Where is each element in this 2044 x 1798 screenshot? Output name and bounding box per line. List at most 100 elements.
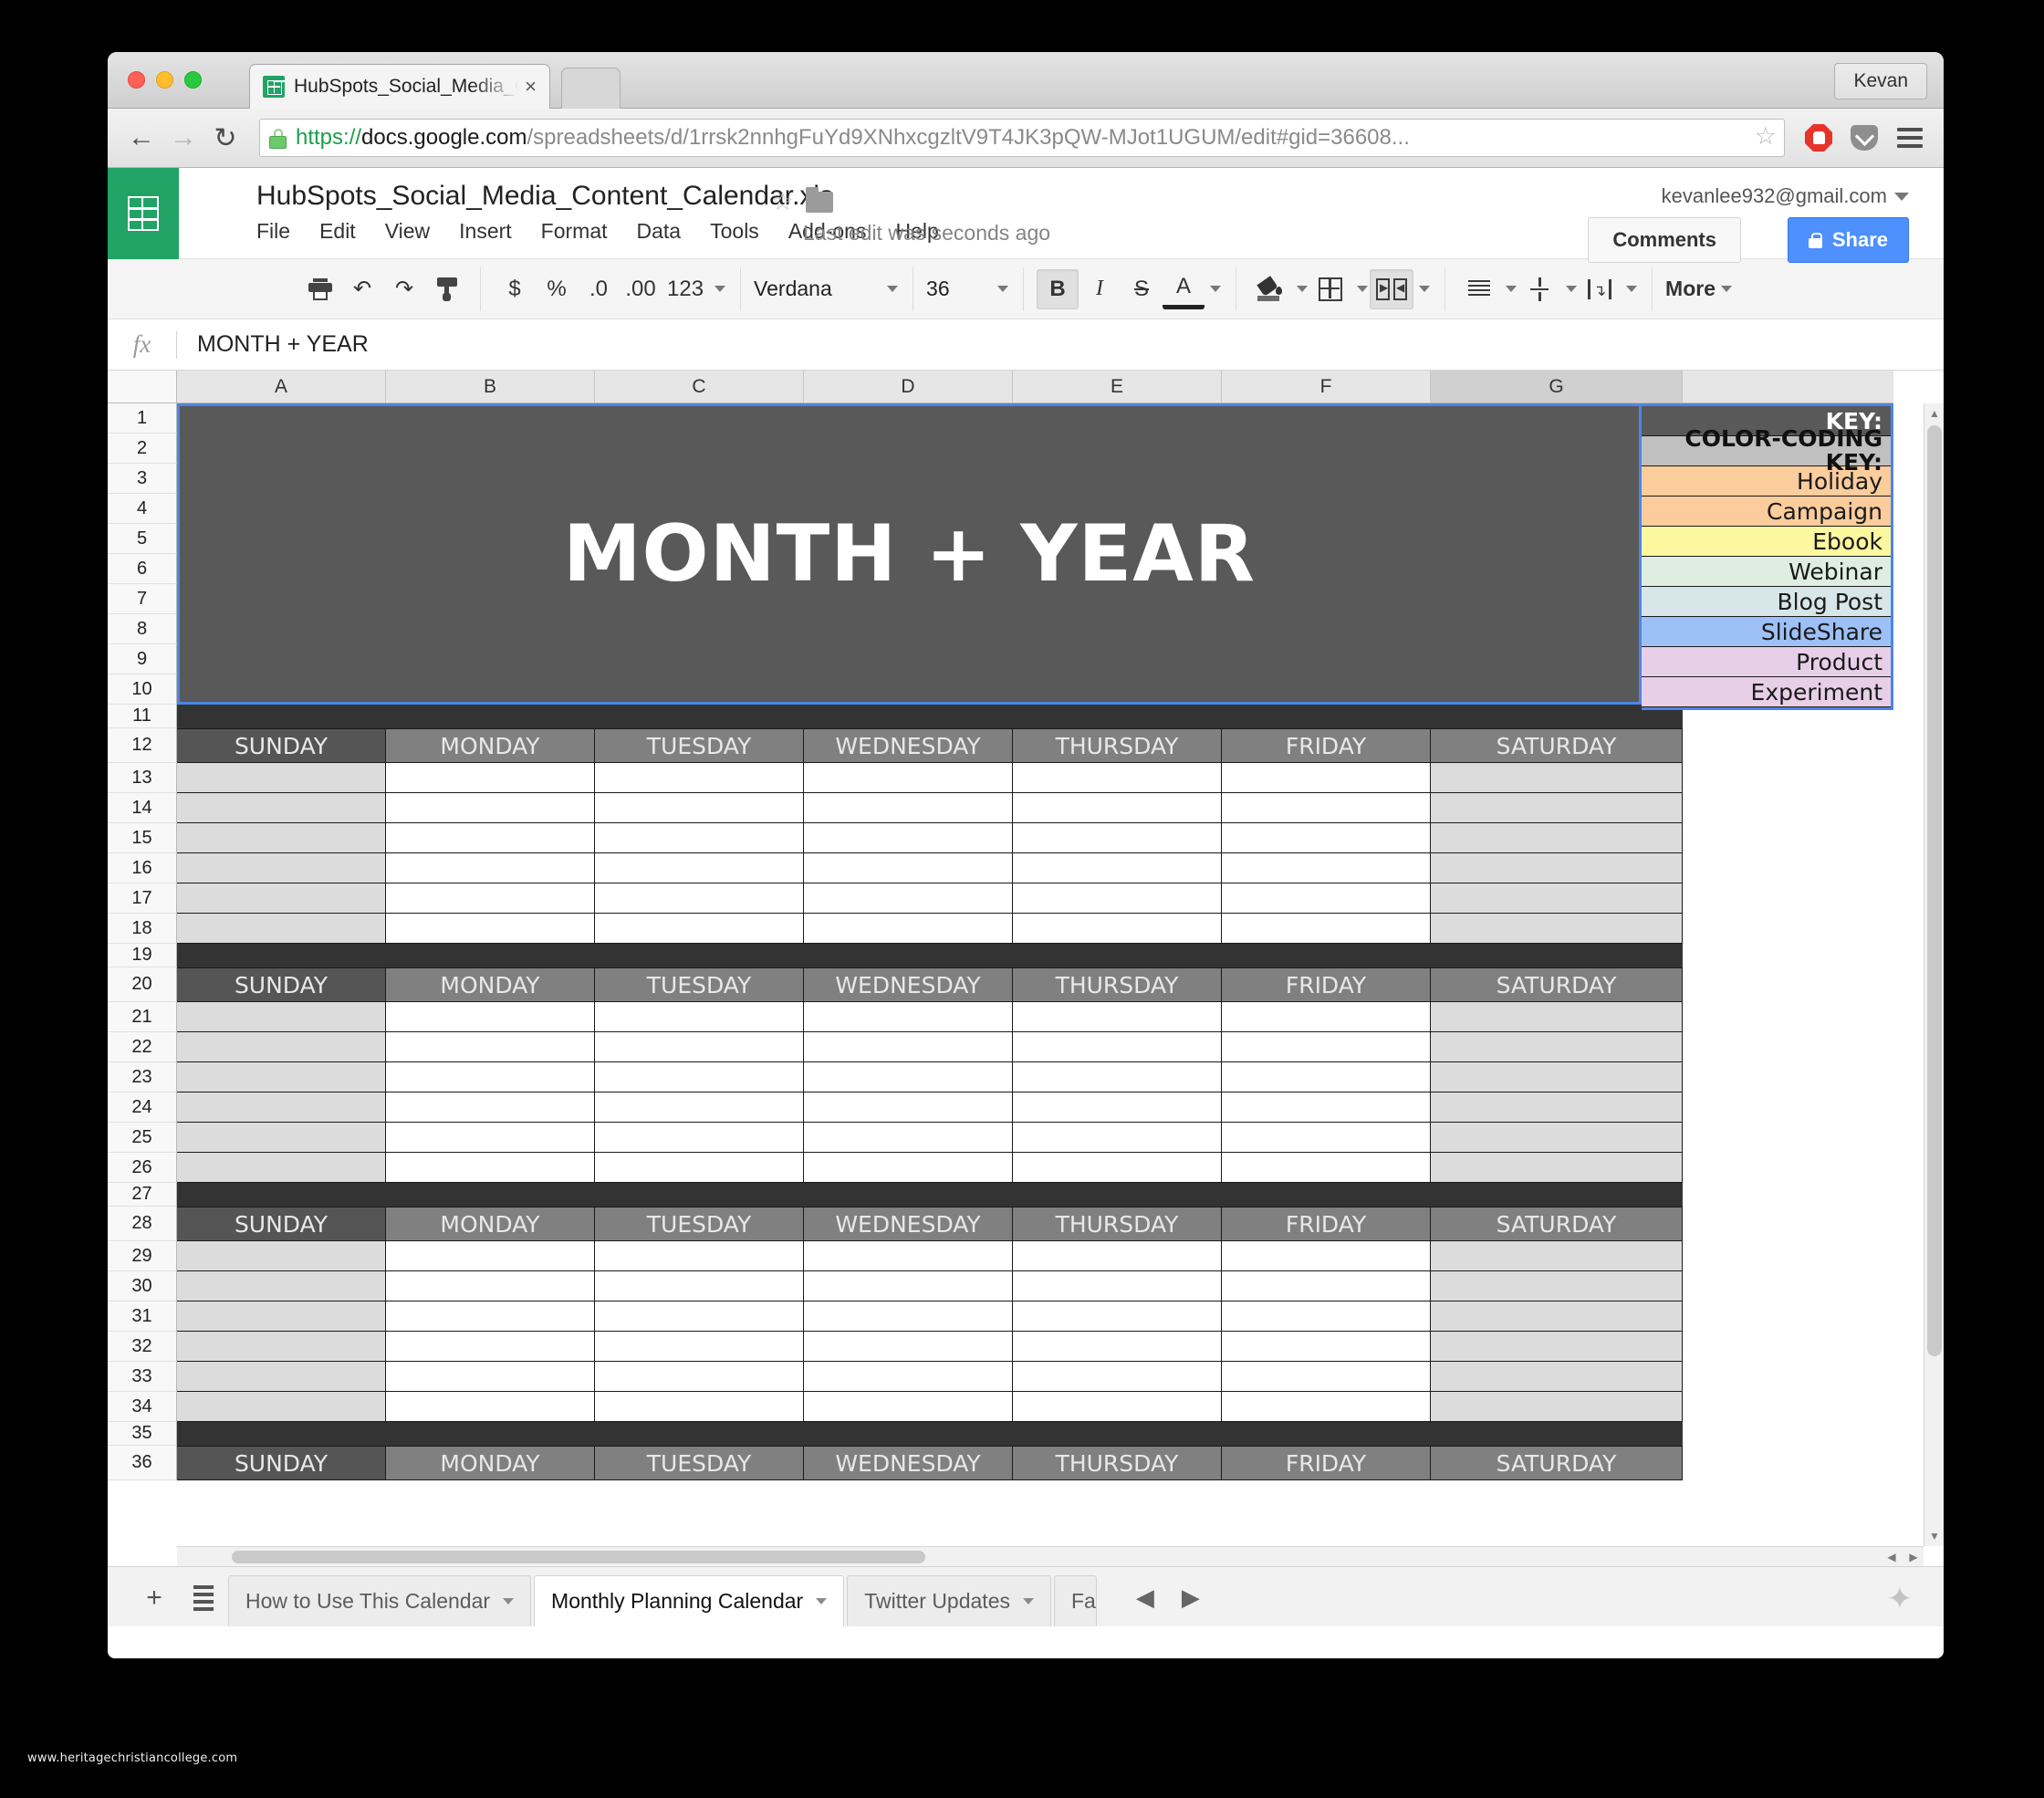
calendar-cell-D13[interactable] bbox=[804, 763, 1013, 793]
day-header-thursday-row36[interactable]: THURSDAY bbox=[1013, 1446, 1222, 1480]
calendar-cell-D31[interactable] bbox=[804, 1301, 1013, 1332]
calendar-cell-A33[interactable] bbox=[177, 1362, 386, 1392]
column-header-e[interactable]: E bbox=[1013, 371, 1222, 402]
calendar-cell-C30[interactable] bbox=[595, 1271, 804, 1301]
calendar-cell-E33[interactable] bbox=[1013, 1362, 1222, 1392]
calendar-cell-E23[interactable] bbox=[1013, 1062, 1222, 1092]
menu-format[interactable]: Format bbox=[541, 219, 608, 244]
row-header-3[interactable]: 3 bbox=[108, 464, 177, 494]
vertical-scrollbar[interactable]: ▲ ▼ bbox=[1924, 403, 1944, 1546]
spacer-cell-G27[interactable] bbox=[1431, 1183, 1683, 1207]
row-header-31[interactable]: 31 bbox=[108, 1301, 177, 1332]
calendar-cell-D34[interactable] bbox=[804, 1392, 1013, 1422]
row-header-5[interactable]: 5 bbox=[108, 524, 177, 554]
explore-icon[interactable]: ✦ bbox=[1880, 1579, 1920, 1619]
forward-button[interactable]: → bbox=[162, 117, 204, 159]
calendar-cell-D30[interactable] bbox=[804, 1271, 1013, 1301]
calendar-cell-E34[interactable] bbox=[1013, 1392, 1222, 1422]
calendar-cell-A22[interactable] bbox=[177, 1032, 386, 1062]
row-header-20[interactable]: 20 bbox=[108, 967, 177, 1002]
calendar-cell-D29[interactable] bbox=[804, 1241, 1013, 1271]
calendar-cell-C13[interactable] bbox=[595, 763, 804, 793]
row-header-23[interactable]: 23 bbox=[108, 1062, 177, 1092]
vertical-align-icon[interactable] bbox=[1518, 269, 1560, 309]
calendar-cell-F16[interactable] bbox=[1222, 853, 1431, 883]
day-header-tuesday-row20[interactable]: TUESDAY bbox=[595, 967, 804, 1002]
day-header-friday-row36[interactable]: FRIDAY bbox=[1222, 1446, 1431, 1480]
calendar-cell-A14[interactable] bbox=[177, 793, 386, 823]
share-button[interactable]: Share bbox=[1787, 217, 1909, 263]
calendar-cell-G25[interactable] bbox=[1431, 1123, 1683, 1153]
redo-icon[interactable]: ↷ bbox=[383, 269, 425, 309]
scroll-left-icon[interactable]: ◀ bbox=[1882, 1547, 1902, 1566]
row-header-36[interactable]: 36 bbox=[108, 1446, 177, 1480]
row-header-16[interactable]: 16 bbox=[108, 853, 177, 883]
row-header-19[interactable]: 19 bbox=[108, 944, 177, 967]
calendar-cell-F30[interactable] bbox=[1222, 1271, 1431, 1301]
row-header-17[interactable]: 17 bbox=[108, 883, 177, 914]
calendar-cell-C15[interactable] bbox=[595, 823, 804, 853]
spacer-cell-E27[interactable] bbox=[1013, 1183, 1222, 1207]
bookmark-star-icon[interactable]: ☆ bbox=[1755, 124, 1777, 149]
calendar-cell-E21[interactable] bbox=[1013, 1002, 1222, 1032]
calendar-cell-F31[interactable] bbox=[1222, 1301, 1431, 1332]
formula-input[interactable]: MONTH + YEAR bbox=[177, 331, 1944, 358]
calendar-cell-C17[interactable] bbox=[595, 883, 804, 914]
calendar-cell-E22[interactable] bbox=[1013, 1032, 1222, 1062]
sheet-tab-twitter-updates[interactable]: Twitter Updates bbox=[847, 1575, 1051, 1626]
calendar-cell-C26[interactable] bbox=[595, 1153, 804, 1183]
calendar-cell-E24[interactable] bbox=[1013, 1092, 1222, 1123]
font-size-select[interactable]: 36 bbox=[926, 269, 1010, 309]
back-button[interactable]: ← bbox=[120, 117, 162, 159]
calendar-cell-C16[interactable] bbox=[595, 853, 804, 883]
day-header-friday-row28[interactable]: FRIDAY bbox=[1222, 1207, 1431, 1241]
calendar-cell-F14[interactable] bbox=[1222, 793, 1431, 823]
calendar-cell-G24[interactable] bbox=[1431, 1092, 1683, 1123]
row-header-32[interactable]: 32 bbox=[108, 1332, 177, 1362]
day-header-tuesday-row12[interactable]: TUESDAY bbox=[595, 728, 804, 763]
day-header-tuesday-row28[interactable]: TUESDAY bbox=[595, 1207, 804, 1241]
day-header-sunday-row20[interactable]: SUNDAY bbox=[177, 967, 386, 1002]
column-header-g[interactable]: G bbox=[1431, 371, 1683, 402]
row-header-18[interactable]: 18 bbox=[108, 914, 177, 944]
close-window-button[interactable] bbox=[128, 71, 145, 89]
spacer-cell-F27[interactable] bbox=[1222, 1183, 1431, 1207]
calendar-cell-F17[interactable] bbox=[1222, 883, 1431, 914]
comments-button[interactable]: Comments bbox=[1588, 217, 1741, 263]
day-header-sunday-row36[interactable]: SUNDAY bbox=[177, 1446, 386, 1480]
spacer-cell-C27[interactable] bbox=[595, 1183, 804, 1207]
sheet-tab-chevron-down-icon[interactable] bbox=[503, 1598, 515, 1605]
calendar-cell-G14[interactable] bbox=[1431, 793, 1683, 823]
spacer-cell-D11[interactable] bbox=[804, 705, 1013, 728]
scroll-down-icon[interactable]: ▼ bbox=[1924, 1526, 1944, 1546]
spacer-cell-B35[interactable] bbox=[386, 1422, 595, 1446]
calendar-cell-G18[interactable] bbox=[1431, 914, 1683, 944]
row-header-11[interactable]: 11 bbox=[108, 705, 177, 728]
menu-insert[interactable]: Insert bbox=[459, 219, 512, 244]
calendar-cell-A24[interactable] bbox=[177, 1092, 386, 1123]
calendar-cell-G31[interactable] bbox=[1431, 1301, 1683, 1332]
calendar-cell-F25[interactable] bbox=[1222, 1123, 1431, 1153]
maximize-window-button[interactable] bbox=[184, 71, 202, 89]
calendar-cell-B26[interactable] bbox=[386, 1153, 595, 1183]
calendar-cell-C24[interactable] bbox=[595, 1092, 804, 1123]
browser-profile-button[interactable]: Kevan bbox=[1834, 63, 1927, 99]
row-header-27[interactable]: 27 bbox=[108, 1183, 177, 1207]
calendar-cell-D33[interactable] bbox=[804, 1362, 1013, 1392]
fill-color-icon[interactable] bbox=[1249, 269, 1291, 309]
calendar-cell-E16[interactable] bbox=[1013, 853, 1222, 883]
calendar-cell-G29[interactable] bbox=[1431, 1241, 1683, 1271]
sheet-tab-monthly-planning-calendar[interactable]: Monthly Planning Calendar bbox=[534, 1575, 845, 1626]
spacer-cell-C35[interactable] bbox=[595, 1422, 804, 1446]
sheets-logo-icon[interactable] bbox=[108, 168, 179, 259]
day-header-saturday-row36[interactable]: SATURDAY bbox=[1431, 1446, 1683, 1480]
calendar-cell-F33[interactable] bbox=[1222, 1362, 1431, 1392]
spacer-cell-E35[interactable] bbox=[1013, 1422, 1222, 1446]
day-header-saturday-row20[interactable]: SATURDAY bbox=[1431, 967, 1683, 1002]
scroll-up-icon[interactable]: ▲ bbox=[1924, 403, 1944, 423]
row-header-4[interactable]: 4 bbox=[108, 494, 177, 524]
row-header-9[interactable]: 9 bbox=[108, 644, 177, 674]
star-document-icon[interactable]: ☆ bbox=[771, 186, 794, 216]
font-size-chevron-down-icon[interactable] bbox=[997, 286, 1009, 292]
row-header-13[interactable]: 13 bbox=[108, 763, 177, 793]
